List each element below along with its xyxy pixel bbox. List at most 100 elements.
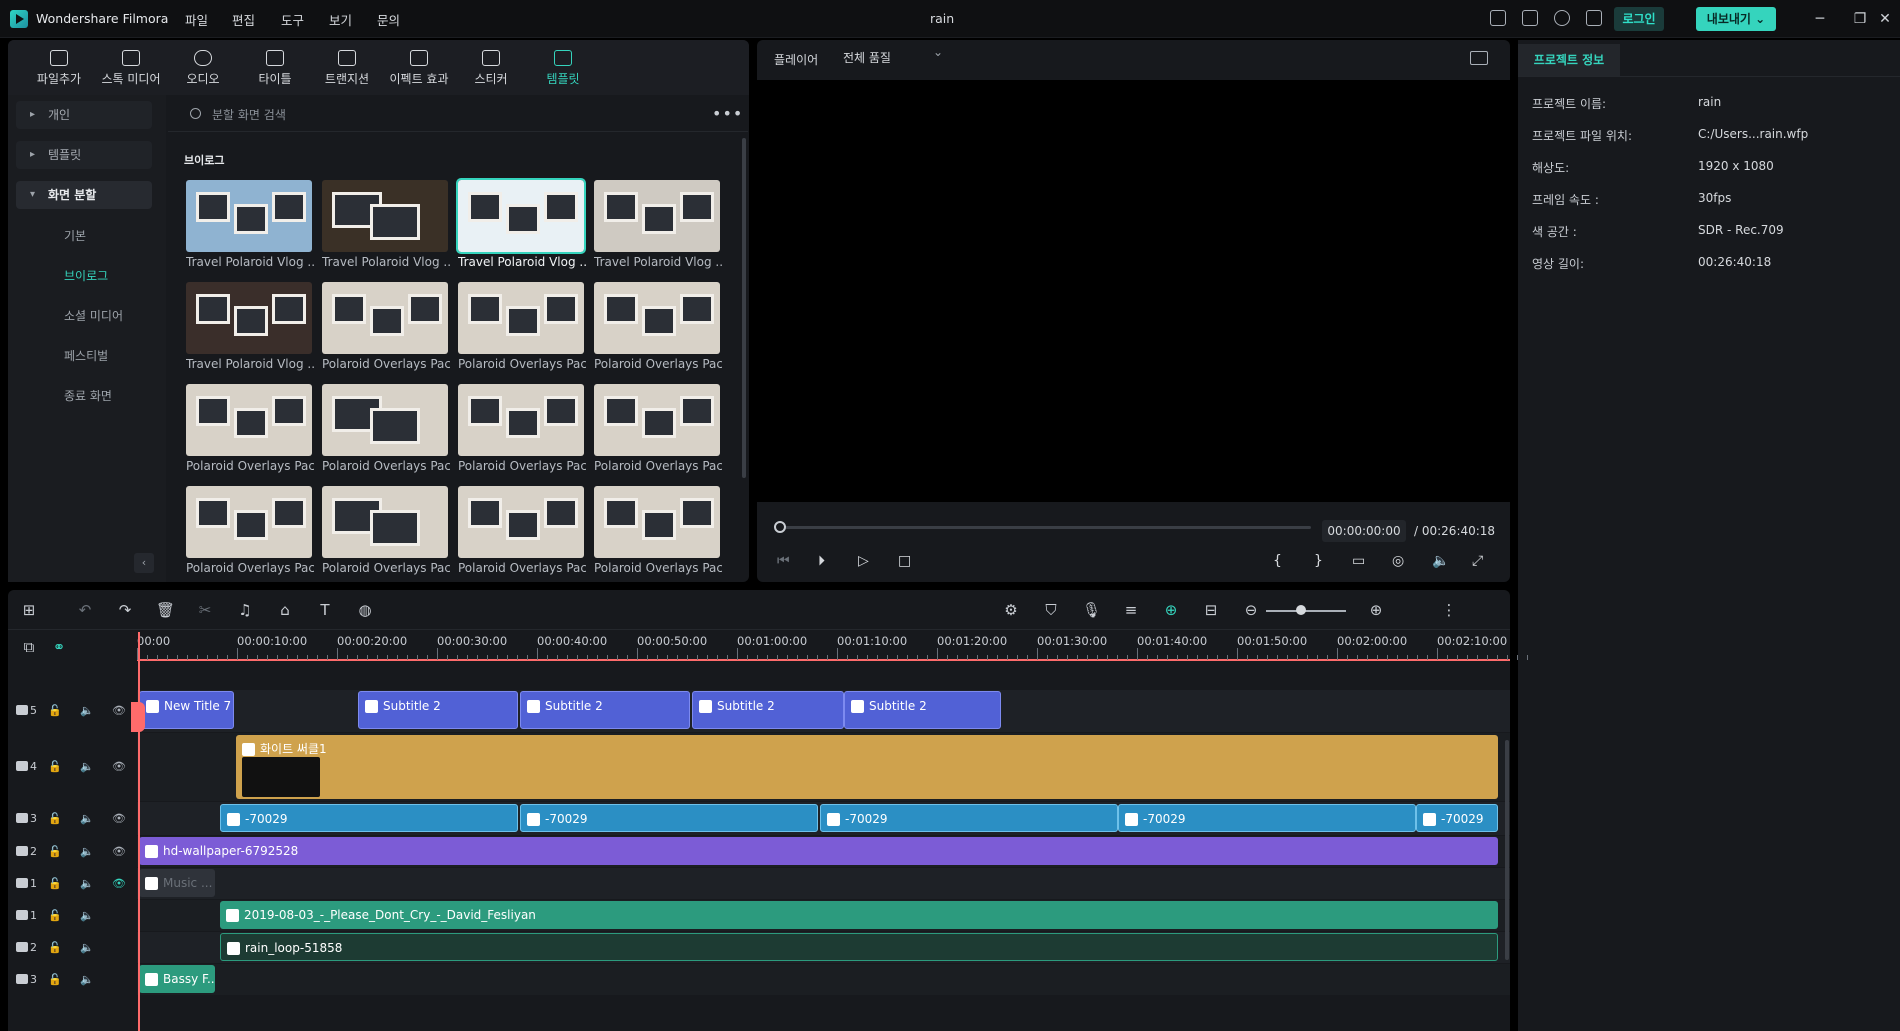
- audio-list-icon[interactable]: ≡: [1122, 601, 1140, 619]
- tab-stickers[interactable]: 스티커: [456, 48, 526, 92]
- tab-stock-media[interactable]: 스톡 미디어: [96, 48, 166, 92]
- export-button[interactable]: 내보내기 ⌄: [1696, 7, 1776, 31]
- login-button[interactable]: 로그인: [1614, 7, 1664, 31]
- track-row[interactable]: [137, 964, 1510, 995]
- menu-tools[interactable]: 도구: [281, 10, 304, 29]
- save-icon[interactable]: [1522, 10, 1538, 26]
- zoom-slider-handle[interactable]: [1296, 605, 1306, 615]
- track-row[interactable]: [137, 868, 1510, 899]
- cut-icon[interactable]: ✂: [196, 601, 214, 619]
- track-options-icon[interactable]: ⋮: [1440, 601, 1458, 619]
- template-thumbnail[interactable]: [322, 282, 448, 354]
- more-options-icon[interactable]: •••: [712, 104, 743, 123]
- menu-help[interactable]: 문의: [377, 10, 400, 29]
- playback-scrubber[interactable]: [778, 526, 1311, 529]
- timeline-clip[interactable]: Subtitle 2: [520, 691, 690, 729]
- timeline-clip[interactable]: rain_loop-51858: [220, 933, 1498, 961]
- search-input[interactable]: [212, 106, 512, 124]
- lock-icon[interactable]: 🔓: [48, 877, 62, 890]
- nav-sub-vlog[interactable]: 브이로그: [64, 267, 108, 284]
- timeline-clip[interactable]: -70029: [520, 804, 818, 832]
- volume-icon[interactable]: 🔈: [80, 877, 94, 890]
- prev-frame-icon[interactable]: ⏮: [777, 553, 790, 569]
- template-thumbnail[interactable]: [458, 282, 584, 354]
- tag-icon[interactable]: ⌂: [276, 601, 294, 619]
- mark-out-icon[interactable]: }: [1314, 553, 1323, 569]
- zoom-in-icon[interactable]: ⊕: [1367, 601, 1385, 619]
- menu-view[interactable]: 보기: [329, 10, 352, 29]
- template-thumbnail[interactable]: [458, 384, 584, 456]
- layout-grid-icon[interactable]: ⊞: [20, 601, 38, 619]
- nav-split-screen[interactable]: 화면 분할: [16, 181, 152, 209]
- volume-icon[interactable]: 🔈: [80, 812, 94, 825]
- tab-titles[interactable]: 타이틀: [240, 48, 310, 92]
- volume-icon[interactable]: 🔈: [80, 760, 94, 773]
- timeline-clip[interactable]: Subtitle 2: [692, 691, 844, 729]
- template-thumbnail[interactable]: [456, 178, 586, 254]
- shield-icon[interactable]: ⛉: [1042, 601, 1060, 619]
- template-thumbnail[interactable]: [322, 180, 448, 252]
- minimize-icon[interactable]: ─: [1810, 9, 1830, 29]
- nav-sub-basic[interactable]: 기본: [64, 227, 86, 244]
- fullscreen-icon[interactable]: ⤢: [1472, 553, 1483, 569]
- scrubber-handle[interactable]: [774, 521, 786, 533]
- scrollbar[interactable]: [742, 138, 746, 478]
- play-icon[interactable]: ▷: [858, 553, 869, 569]
- menu-edit[interactable]: 편집: [232, 10, 255, 29]
- template-thumbnail[interactable]: [186, 282, 312, 354]
- microphone-icon[interactable]: 🎙: [1082, 601, 1101, 619]
- timeline-clip[interactable]: Bassy F...: [139, 965, 215, 993]
- template-thumbnail[interactable]: [186, 486, 312, 558]
- delete-icon[interactable]: 🗑: [156, 601, 175, 619]
- snap-icon[interactable]: ⊕: [1162, 601, 1180, 619]
- template-thumbnail[interactable]: [594, 384, 720, 456]
- nav-templates[interactable]: 템플릿: [16, 141, 152, 169]
- volume-icon[interactable]: 🔈: [80, 973, 94, 986]
- undo-icon[interactable]: ↶: [76, 601, 94, 619]
- eye-icon[interactable]: 👁: [112, 760, 126, 773]
- step-play-icon[interactable]: ⏵: [818, 553, 825, 569]
- audio-edit-icon[interactable]: ♫: [236, 601, 254, 619]
- nav-sub-end-screen[interactable]: 종료 화면: [64, 387, 112, 404]
- render-icon[interactable]: ⚙: [1002, 601, 1020, 619]
- eye-icon[interactable]: 👁: [112, 812, 126, 825]
- link-icon[interactable]: ⚭: [50, 638, 68, 656]
- timeline-clip[interactable]: Subtitle 2: [844, 691, 1001, 729]
- template-thumbnail[interactable]: [594, 282, 720, 354]
- timeline-clip[interactable]: -70029: [820, 804, 1118, 832]
- eye-icon[interactable]: 👁: [112, 877, 126, 890]
- volume-icon[interactable]: 🔈: [80, 845, 94, 858]
- grid-icon[interactable]: [1586, 10, 1602, 26]
- restore-icon[interactable]: ❐: [1850, 9, 1870, 29]
- volume-icon[interactable]: 🔈: [1432, 553, 1449, 569]
- tab-transitions[interactable]: 트랜지션: [312, 48, 382, 92]
- eye-icon[interactable]: 👁: [112, 704, 126, 717]
- camera-icon[interactable]: ◎: [1392, 553, 1404, 569]
- preview-canvas[interactable]: [757, 80, 1510, 502]
- nav-sub-social[interactable]: 소셜 미디어: [64, 307, 123, 324]
- lock-icon[interactable]: 🔓: [48, 704, 62, 717]
- lock-icon[interactable]: 🔓: [48, 760, 62, 773]
- text-icon[interactable]: T: [316, 601, 334, 619]
- stop-icon[interactable]: □: [898, 553, 911, 569]
- lock-icon[interactable]: 🔓: [48, 909, 62, 922]
- template-thumbnail[interactable]: [186, 384, 312, 456]
- timeline-clip[interactable]: New Title 7: [139, 691, 234, 729]
- volume-icon[interactable]: 🔈: [80, 909, 94, 922]
- image-icon[interactable]: [1470, 51, 1488, 65]
- add-track-icon[interactable]: ⧉: [20, 638, 38, 656]
- timeline-clip[interactable]: Music ...: [139, 869, 215, 897]
- playhead-handle[interactable]: [131, 702, 145, 732]
- close-icon[interactable]: ✕: [1875, 9, 1895, 29]
- zoom-slider[interactable]: [1266, 610, 1346, 612]
- split-icon[interactable]: ⊟: [1202, 601, 1220, 619]
- display-icon[interactable]: ▭: [1352, 553, 1365, 569]
- playhead[interactable]: [138, 632, 140, 1031]
- redo-icon[interactable]: ↷: [116, 601, 134, 619]
- timeline-clip[interactable]: -70029: [1416, 804, 1498, 832]
- lock-icon[interactable]: 🔓: [48, 973, 62, 986]
- template-thumbnail[interactable]: [186, 180, 312, 252]
- timeline-clip[interactable]: hd-wallpaper-6792528: [139, 837, 1498, 865]
- nav-sub-festival[interactable]: 페스티벌: [64, 347, 108, 364]
- lock-icon[interactable]: 🔓: [48, 845, 62, 858]
